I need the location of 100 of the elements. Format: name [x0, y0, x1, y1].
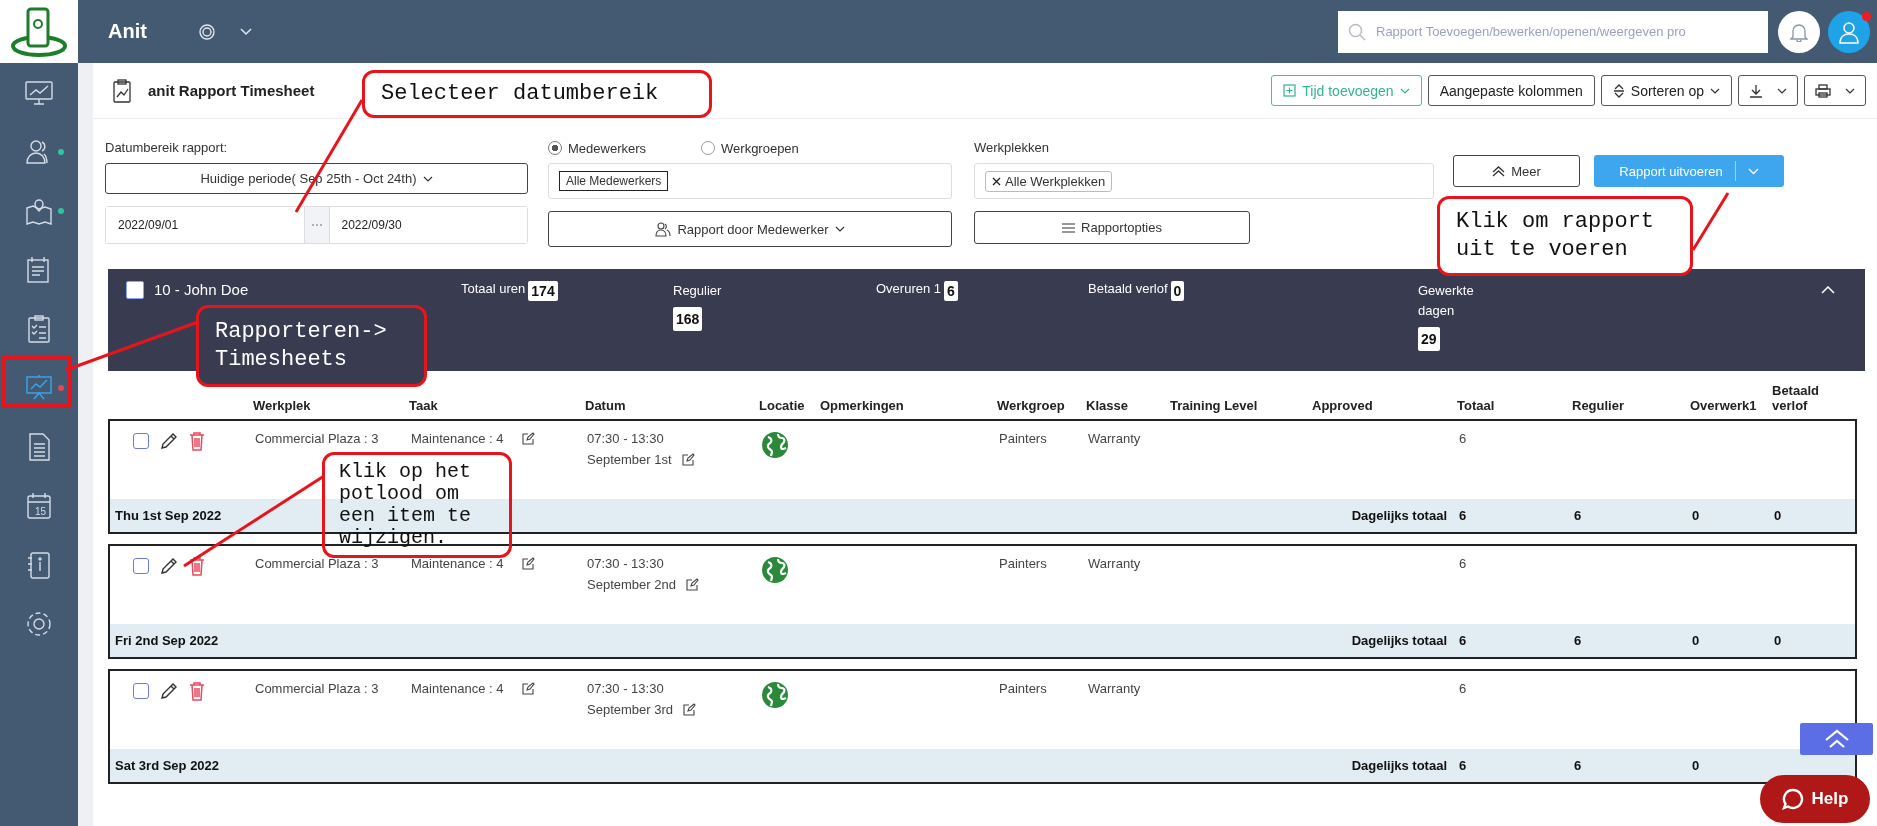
menu-icon — [1062, 222, 1075, 233]
coin-icon[interactable] — [198, 22, 216, 41]
annotation-callout: Rapporteren-> Timesheets — [196, 305, 427, 387]
checkbox[interactable] — [133, 433, 149, 449]
pencil-icon[interactable] — [159, 431, 179, 451]
daily-total-value: 6 — [1459, 633, 1468, 648]
table-cell: Maintenance : 4 — [411, 431, 504, 446]
report-icon — [112, 78, 132, 103]
daily-total-value: 6 — [1459, 758, 1468, 773]
edit-icon[interactable] — [521, 682, 535, 695]
app-logo[interactable] — [0, 0, 78, 63]
report-by-dropdown[interactable]: Rapport door Medewerker — [548, 211, 952, 247]
table-cell-text: 07:30 - 13:30 — [587, 556, 665, 571]
caret-icon — [422, 175, 433, 182]
table-cell-text: Painters — [999, 431, 1048, 446]
column-header: Overwerk1 — [1690, 398, 1758, 413]
stat-label: Overuren 1 — [876, 281, 942, 296]
help-button[interactable]: Help — [1760, 775, 1870, 823]
highlight-frame — [1, 356, 72, 408]
more-button[interactable]: Meer — [1453, 155, 1580, 187]
day-date: Fri 2nd Sep 2022 — [115, 633, 219, 648]
daily-total-value: 0 — [1774, 508, 1783, 523]
date-range-label: Datumbereik rapport: — [105, 139, 229, 157]
daily-total-value: 0 — [1692, 758, 1701, 773]
table-cell-text: Commercial Plaza : 3 — [255, 431, 380, 446]
table-cell-text: Warranty — [1088, 556, 1142, 571]
employee-tag[interactable]: Alle Medewerkers — [559, 171, 669, 191]
column-header: Regulier — [1572, 398, 1625, 413]
user-icon — [1838, 19, 1860, 44]
column-header: Werkgroep — [997, 398, 1066, 413]
checkbox[interactable] — [133, 558, 149, 574]
app-name: Anit — [108, 20, 148, 43]
sort-button[interactable]: Sorteren op — [1600, 75, 1732, 106]
checkbox[interactable] — [133, 683, 149, 699]
search-icon — [1348, 22, 1366, 41]
annotation-callout: Selecteer datumbereik — [362, 70, 712, 118]
printer-icon — [1815, 83, 1831, 98]
employee-select[interactable]: Alle Medewerkers — [548, 163, 952, 199]
checkbox[interactable] — [126, 281, 144, 299]
custom-columns-button[interactable]: Aangepaste kolommen — [1427, 75, 1595, 106]
caret-icon — [1777, 87, 1787, 94]
edit-icon[interactable] — [683, 703, 696, 716]
ellipsis-icon — [303, 207, 330, 243]
daily-total-value: 6 — [1459, 508, 1468, 523]
column-header: Werkplek — [253, 398, 312, 413]
daily-total-value: 0 — [1692, 508, 1701, 523]
column-header: Opmerkingen — [820, 398, 905, 413]
table-cell-text: 6 — [1459, 681, 1468, 696]
workplace-select[interactable]: Alle Werkplekken — [974, 163, 1434, 199]
print-button[interactable] — [1804, 75, 1866, 106]
column-header: Locatie — [759, 398, 806, 413]
table-cell-text: Warranty — [1088, 681, 1142, 696]
radio-option[interactable]: Werkgroepen — [701, 140, 799, 156]
table-cell-text: 6 — [1459, 556, 1468, 571]
stat-label: Regulier — [673, 282, 723, 300]
pencil-icon[interactable] — [159, 681, 179, 701]
pencil-icon[interactable] — [159, 556, 179, 576]
globe-icon — [761, 556, 789, 584]
caret-icon — [1399, 87, 1410, 94]
daily-total-label: Dagelijks totaal — [1350, 758, 1448, 773]
stat-value: 6 — [944, 281, 958, 301]
notifications-button[interactable] — [1778, 10, 1820, 53]
edit-icon[interactable] — [521, 432, 535, 445]
calendar-icon — [24, 490, 54, 521]
scroll-top-button[interactable] — [1800, 723, 1873, 755]
day-date: Sat 3rd Sep 2022 — [115, 758, 220, 773]
column-header: Training Level — [1170, 398, 1259, 413]
workplace-tag[interactable]: Alle Werkplekken — [985, 170, 1113, 192]
edit-icon[interactable] — [685, 578, 699, 591]
daily-total-label: Dagelijks totaal — [1350, 508, 1448, 523]
stat-value: 174 — [528, 281, 558, 301]
column-header: Betaald verlof — [1772, 383, 1820, 413]
trash-icon[interactable] — [189, 681, 205, 701]
report-options-button[interactable]: Rapportopties — [974, 211, 1250, 244]
table-cell-text: 07:30 - 13:30 — [587, 431, 665, 446]
profile-button[interactable] — [1828, 10, 1870, 53]
sort-icon — [1612, 83, 1625, 98]
caret-icon — [1747, 167, 1759, 175]
caret-icon[interactable] — [240, 27, 252, 36]
trash-icon[interactable] — [189, 556, 205, 576]
close-icon[interactable] — [992, 176, 1001, 186]
collapse-icon[interactable] — [1821, 286, 1835, 294]
caret-icon — [1710, 87, 1720, 94]
annotation-callout: Klik om rapport uit te voeren — [1437, 196, 1693, 276]
edit-icon[interactable] — [521, 557, 535, 570]
table-cell-text: Warranty — [1088, 431, 1142, 446]
daily-total-value: 6 — [1574, 633, 1583, 648]
date-range-field[interactable]: 2022/09/01 2022/09/30 — [105, 206, 528, 244]
page-title: anit Rapport Timesheet — [148, 82, 315, 99]
trash-icon[interactable] — [189, 431, 205, 451]
table-cell: Maintenance : 4 — [411, 556, 504, 571]
radio-option[interactable]: Medewerkers — [548, 140, 647, 156]
sidebar-item[interactable]: 15 — [0, 476, 78, 535]
table-cell: September 1st — [587, 452, 672, 467]
search-field[interactable]: Rapport Toevoegen/bewerken/openen/weergeven pro — [1338, 10, 1768, 53]
day-date: Thu 1st Sep 2022 — [115, 508, 222, 523]
table-cell-text: 6 — [1459, 431, 1468, 446]
column-header: Taak — [409, 398, 439, 413]
edit-icon[interactable] — [681, 453, 695, 466]
download-button[interactable] — [1738, 75, 1798, 106]
